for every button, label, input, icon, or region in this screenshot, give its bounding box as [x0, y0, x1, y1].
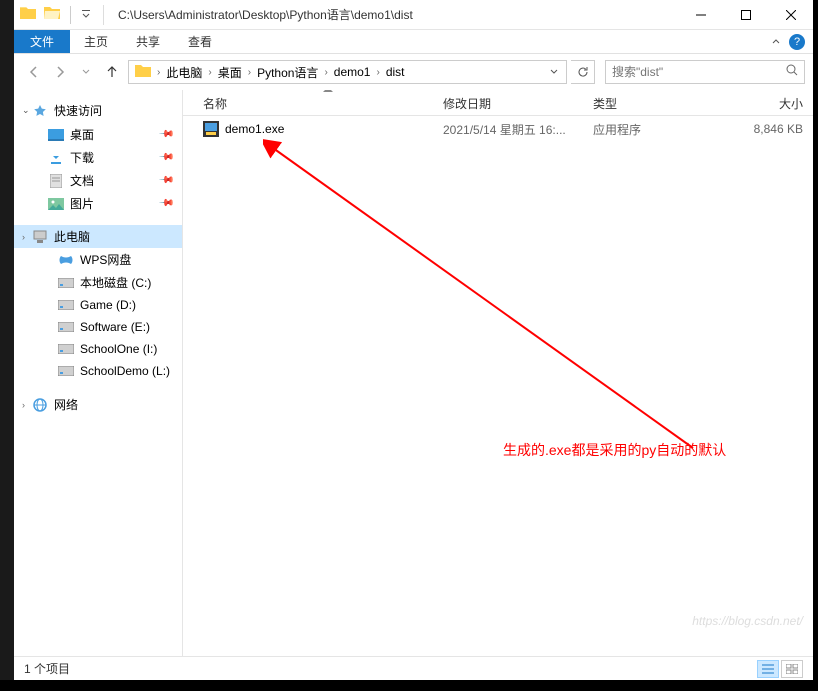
column-date[interactable]: 修改日期: [443, 95, 593, 112]
sidebar-quick-access[interactable]: ⌄ 快速访问: [14, 98, 182, 123]
wps-icon: [58, 252, 74, 268]
help-button[interactable]: ?: [789, 30, 813, 53]
search-input[interactable]: [612, 65, 786, 79]
ribbon-expand-icon[interactable]: [771, 30, 789, 53]
qat-dropdown-icon[interactable]: [81, 6, 91, 24]
address-bar[interactable]: › 此电脑 › 桌面 › Python语言 › demo1 › dist: [128, 60, 567, 84]
sidebar-item-desktop[interactable]: 桌面📌: [14, 123, 182, 146]
pin-icon: 📌: [157, 172, 174, 189]
pin-icon: 📌: [157, 195, 174, 212]
status-bar: 1 个项目: [14, 656, 813, 680]
column-headers: 名称 修改日期 类型 大小: [183, 92, 813, 116]
sidebar-item-wps[interactable]: WPS网盘: [14, 248, 182, 271]
crumb-this-pc[interactable]: 此电脑: [162, 61, 206, 83]
up-button[interactable]: [104, 64, 120, 80]
column-type[interactable]: 类型: [593, 95, 723, 112]
sidebar-item-drive-c[interactable]: 本地磁盘 (C:): [14, 271, 182, 294]
ribbon-file-tab[interactable]: 文件: [14, 30, 70, 53]
pc-icon: [32, 229, 48, 245]
file-row[interactable]: demo1.exe 2021/5/14 星期五 16:... 应用程序 8,84…: [183, 118, 813, 140]
title-bar: C:\Users\Administrator\Desktop\Python语言\…: [14, 0, 813, 30]
maximize-button[interactable]: [723, 0, 768, 30]
drive-icon: [58, 319, 74, 335]
status-text: 1 个项目: [24, 660, 70, 677]
minimize-button[interactable]: [678, 0, 723, 30]
back-button[interactable]: [26, 64, 42, 80]
sidebar-item-pictures[interactable]: 图片📌: [14, 192, 182, 215]
column-name[interactable]: 名称: [203, 95, 443, 112]
crumb-python[interactable]: Python语言: [253, 61, 322, 83]
download-icon: [48, 150, 64, 166]
drive-icon: [58, 341, 74, 357]
column-size[interactable]: 大小: [723, 95, 813, 112]
file-size: 8,846 KB: [723, 122, 813, 136]
close-button[interactable]: [768, 0, 813, 30]
sidebar: ⌄ 快速访问 桌面📌 下载📌 文档📌 图片📌 ›: [14, 90, 183, 656]
crumb-desktop[interactable]: 桌面: [214, 61, 246, 83]
pin-icon: 📌: [157, 126, 174, 143]
crumb-dist[interactable]: dist: [382, 61, 409, 83]
nav-bar: › 此电脑 › 桌面 › Python语言 › demo1 › dist: [14, 54, 813, 90]
drive-icon: [58, 297, 74, 313]
picture-icon: [48, 196, 64, 212]
sidebar-item-drive-l[interactable]: SchoolDemo (L:): [14, 360, 182, 382]
star-icon: [32, 103, 48, 119]
desktop-icon: [48, 127, 64, 143]
network-icon: [32, 397, 48, 413]
drive-icon: [58, 363, 74, 379]
search-box[interactable]: [605, 60, 805, 84]
crumb-demo1[interactable]: demo1: [330, 61, 375, 83]
ribbon-tab-home[interactable]: 主页: [70, 30, 122, 53]
ribbon-tab-view[interactable]: 查看: [174, 30, 226, 53]
folder-qat-icon[interactable]: [20, 5, 36, 24]
view-details-button[interactable]: [757, 660, 779, 678]
exe-icon: [203, 121, 219, 137]
address-folder-icon: [131, 63, 155, 82]
file-date: 2021/5/14 星期五 16:...: [443, 121, 593, 138]
folder-open-qat-icon[interactable]: [44, 5, 60, 24]
sidebar-item-drive-e[interactable]: Software (E:): [14, 316, 182, 338]
recent-dropdown[interactable]: [78, 64, 94, 80]
sidebar-this-pc[interactable]: › 此电脑: [14, 225, 182, 248]
sidebar-item-downloads[interactable]: 下载📌: [14, 146, 182, 169]
explorer-window: C:\Users\Administrator\Desktop\Python语言\…: [14, 0, 813, 680]
sidebar-item-documents[interactable]: 文档📌: [14, 169, 182, 192]
window-title-path: C:\Users\Administrator\Desktop\Python语言\…: [114, 6, 678, 23]
file-name: demo1.exe: [225, 122, 284, 136]
content-pane: 名称 修改日期 类型 大小 demo1.exe 2021/5/14 星期五 16…: [183, 90, 813, 656]
address-dropdown-icon[interactable]: [544, 63, 564, 81]
file-type: 应用程序: [593, 121, 723, 138]
drive-icon: [58, 275, 74, 291]
watermark: https://blog.csdn.net/: [692, 614, 803, 628]
file-list[interactable]: demo1.exe 2021/5/14 星期五 16:... 应用程序 8,84…: [183, 116, 813, 656]
sidebar-item-drive-i[interactable]: SchoolOne (I:): [14, 338, 182, 360]
ribbon-tab-share[interactable]: 共享: [122, 30, 174, 53]
search-icon[interactable]: [786, 63, 798, 81]
sidebar-item-drive-d[interactable]: Game (D:): [14, 294, 182, 316]
pin-icon: 📌: [157, 149, 174, 166]
sidebar-network[interactable]: › 网络: [14, 392, 182, 417]
refresh-button[interactable]: [571, 60, 595, 84]
document-icon: [48, 173, 64, 189]
view-icons-button[interactable]: [781, 660, 803, 678]
forward-button[interactable]: [52, 64, 68, 80]
ribbon: 文件 主页 共享 查看 ?: [14, 30, 813, 54]
